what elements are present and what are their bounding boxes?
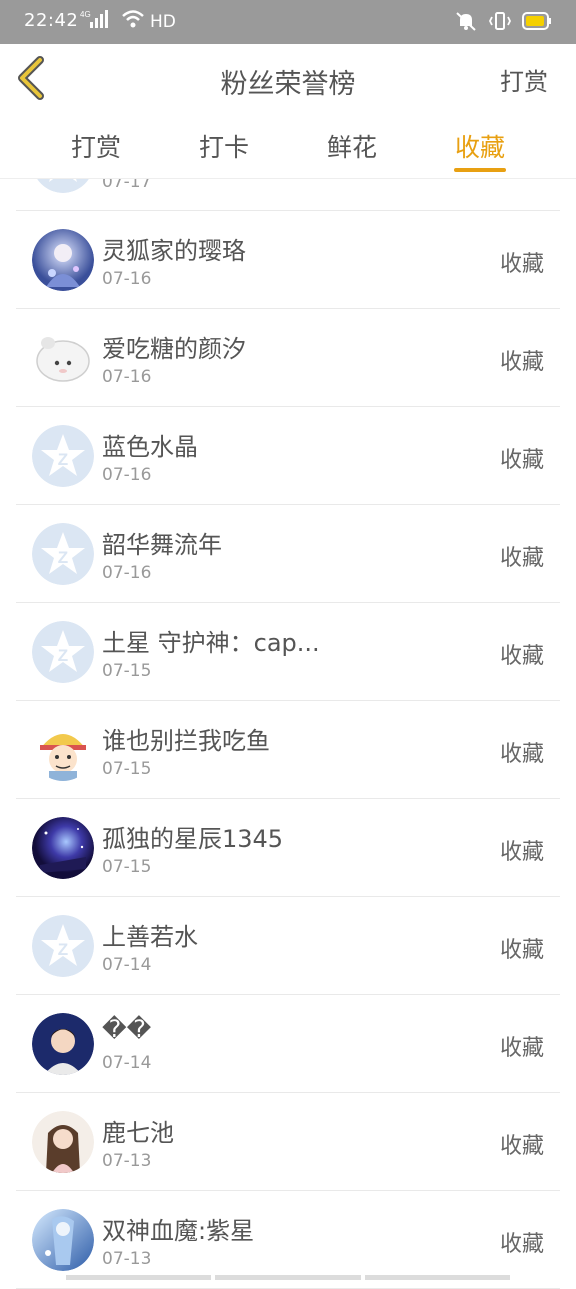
active-tab-indicator <box>454 168 506 172</box>
item-username: 谁也别拦我吃鱼 <box>102 727 270 755</box>
item-username: 双神血魔:紫星 <box>102 1217 255 1245</box>
item-date: 07-16 <box>102 465 152 485</box>
item-action-label: 收藏 <box>499 546 544 571</box>
default-avatar-icon[interactable]: Z <box>32 915 94 977</box>
svg-text:Z: Z <box>58 646 68 665</box>
list-item[interactable]: Z 蓝色水晶 07-16 收藏 <box>16 407 560 505</box>
item-username: �� <box>102 1015 152 1043</box>
svg-text:4G: 4G <box>80 10 91 19</box>
list-item[interactable]: 谁也别拦我吃鱼 07-15 收藏 <box>16 701 560 799</box>
list-item[interactable]: Z 韶华舞流年 07-16 收藏 <box>16 505 560 603</box>
svg-text:Z: Z <box>58 940 68 959</box>
list-item[interactable]: 爱吃糖的颜汐 07-16 收藏 <box>16 309 560 407</box>
network-status: 4G HD <box>80 8 176 35</box>
item-username: 灵狐家的璎珞 <box>102 237 246 265</box>
svg-text:Z: Z <box>58 450 68 469</box>
default-avatar-icon: Z <box>32 179 94 193</box>
item-username: 上善若水 <box>102 923 198 951</box>
list-item[interactable]: �� 07-14 收藏 <box>16 995 560 1093</box>
item-action-label: 收藏 <box>499 350 544 375</box>
item-action-label: 收藏 <box>499 840 544 865</box>
nav-bar: 粉丝荣誉榜 打赏 <box>0 44 576 113</box>
list-item[interactable]: Z 上善若水 07-14 收藏 <box>16 897 560 995</box>
reward-button[interactable]: 打赏 <box>500 62 548 97</box>
status-bar: 22:42 4G HD <box>0 0 576 44</box>
anime-girl-avatar-icon[interactable] <box>32 229 94 291</box>
item-action-label: 收藏 <box>499 742 544 767</box>
item-action-label: 收藏 <box>499 644 544 669</box>
default-avatar-icon[interactable]: Z <box>32 523 94 585</box>
item-username: 孤独的星辰1345 <box>102 825 284 853</box>
mute-icon <box>454 10 478 36</box>
tab-flowers[interactable]: 鲜花 <box>302 128 402 164</box>
item-action-label: 收藏 <box>499 448 544 473</box>
item-date: 07-16 <box>102 563 152 583</box>
tab-reward[interactable]: 打赏 <box>46 128 146 164</box>
item-action-label: 收藏 <box>499 1232 544 1257</box>
svg-text:Z: Z <box>58 548 68 567</box>
wifi-icon <box>122 9 144 34</box>
tab-checkin[interactable]: 打卡 <box>174 128 274 164</box>
tab-bar: 打赏 打卡 鲜花 收藏 <box>0 112 576 179</box>
item-date: 07-15 <box>102 759 152 779</box>
item-date: 07-16 <box>102 367 152 387</box>
item-action-label: 收藏 <box>499 1134 544 1159</box>
vibrate-icon <box>488 10 512 36</box>
page-title: 粉丝荣誉榜 <box>220 69 356 100</box>
item-date: 07-13 <box>102 1151 152 1171</box>
item-date: 07-14 <box>102 1053 152 1073</box>
list-item[interactable]: 灵狐家的璎珞 07-16 收藏 <box>16 211 560 309</box>
item-username: 鹿七池 <box>102 1119 174 1147</box>
hamster-avatar-icon[interactable] <box>32 327 94 389</box>
item-action-label: 收藏 <box>499 1036 544 1061</box>
tab-favorites[interactable]: 收藏 <box>430 128 530 164</box>
anime-blue-avatar-icon[interactable] <box>32 1209 94 1271</box>
item-username: 韶华舞流年 <box>102 531 222 559</box>
status-right-icons <box>454 10 552 36</box>
item-username: 爱吃糖的颜汐 <box>102 335 246 363</box>
girl-avatar-icon[interactable] <box>32 1111 94 1173</box>
list-item[interactable]: Z 07-17 <box>16 179 560 211</box>
item-username: 土星 守护神：cap... <box>102 629 320 657</box>
item-date: 07-15 <box>102 661 152 681</box>
item-action-label: 收藏 <box>499 252 544 277</box>
fan-list: Z 07-17 灵狐家的璎珞07-16收藏爱吃糖的颜汐07-16收藏Z蓝色水晶0… <box>16 179 560 1289</box>
pirate-avatar-icon[interactable] <box>32 719 94 781</box>
item-username: 蓝色水晶 <box>102 433 198 461</box>
item-date: 07-15 <box>102 857 152 877</box>
list-item[interactable]: Z 土星 守护神：cap... 07-15 收藏 <box>16 603 560 701</box>
item-date: 07-13 <box>102 1249 152 1269</box>
signal-icon: 4G <box>80 8 116 35</box>
item-date: 07-14 <box>102 955 152 975</box>
list-item[interactable]: 孤独的星辰1345 07-15 收藏 <box>16 799 560 897</box>
item-action-label: 收藏 <box>499 938 544 963</box>
list-item[interactable]: 鹿七池 07-13 收藏 <box>16 1093 560 1191</box>
galaxy-avatar-icon[interactable] <box>32 817 94 879</box>
bottom-scroll-indicator <box>66 1275 510 1280</box>
item-date: 07-16 <box>102 269 152 289</box>
status-time: 22:42 <box>24 10 79 31</box>
boy-avatar-icon[interactable] <box>32 1013 94 1075</box>
item-date: 07-17 <box>102 179 152 192</box>
battery-icon <box>522 11 552 35</box>
default-avatar-icon[interactable]: Z <box>32 425 94 487</box>
default-avatar-icon[interactable]: Z <box>32 621 94 683</box>
hd-badge: HD <box>150 11 176 32</box>
